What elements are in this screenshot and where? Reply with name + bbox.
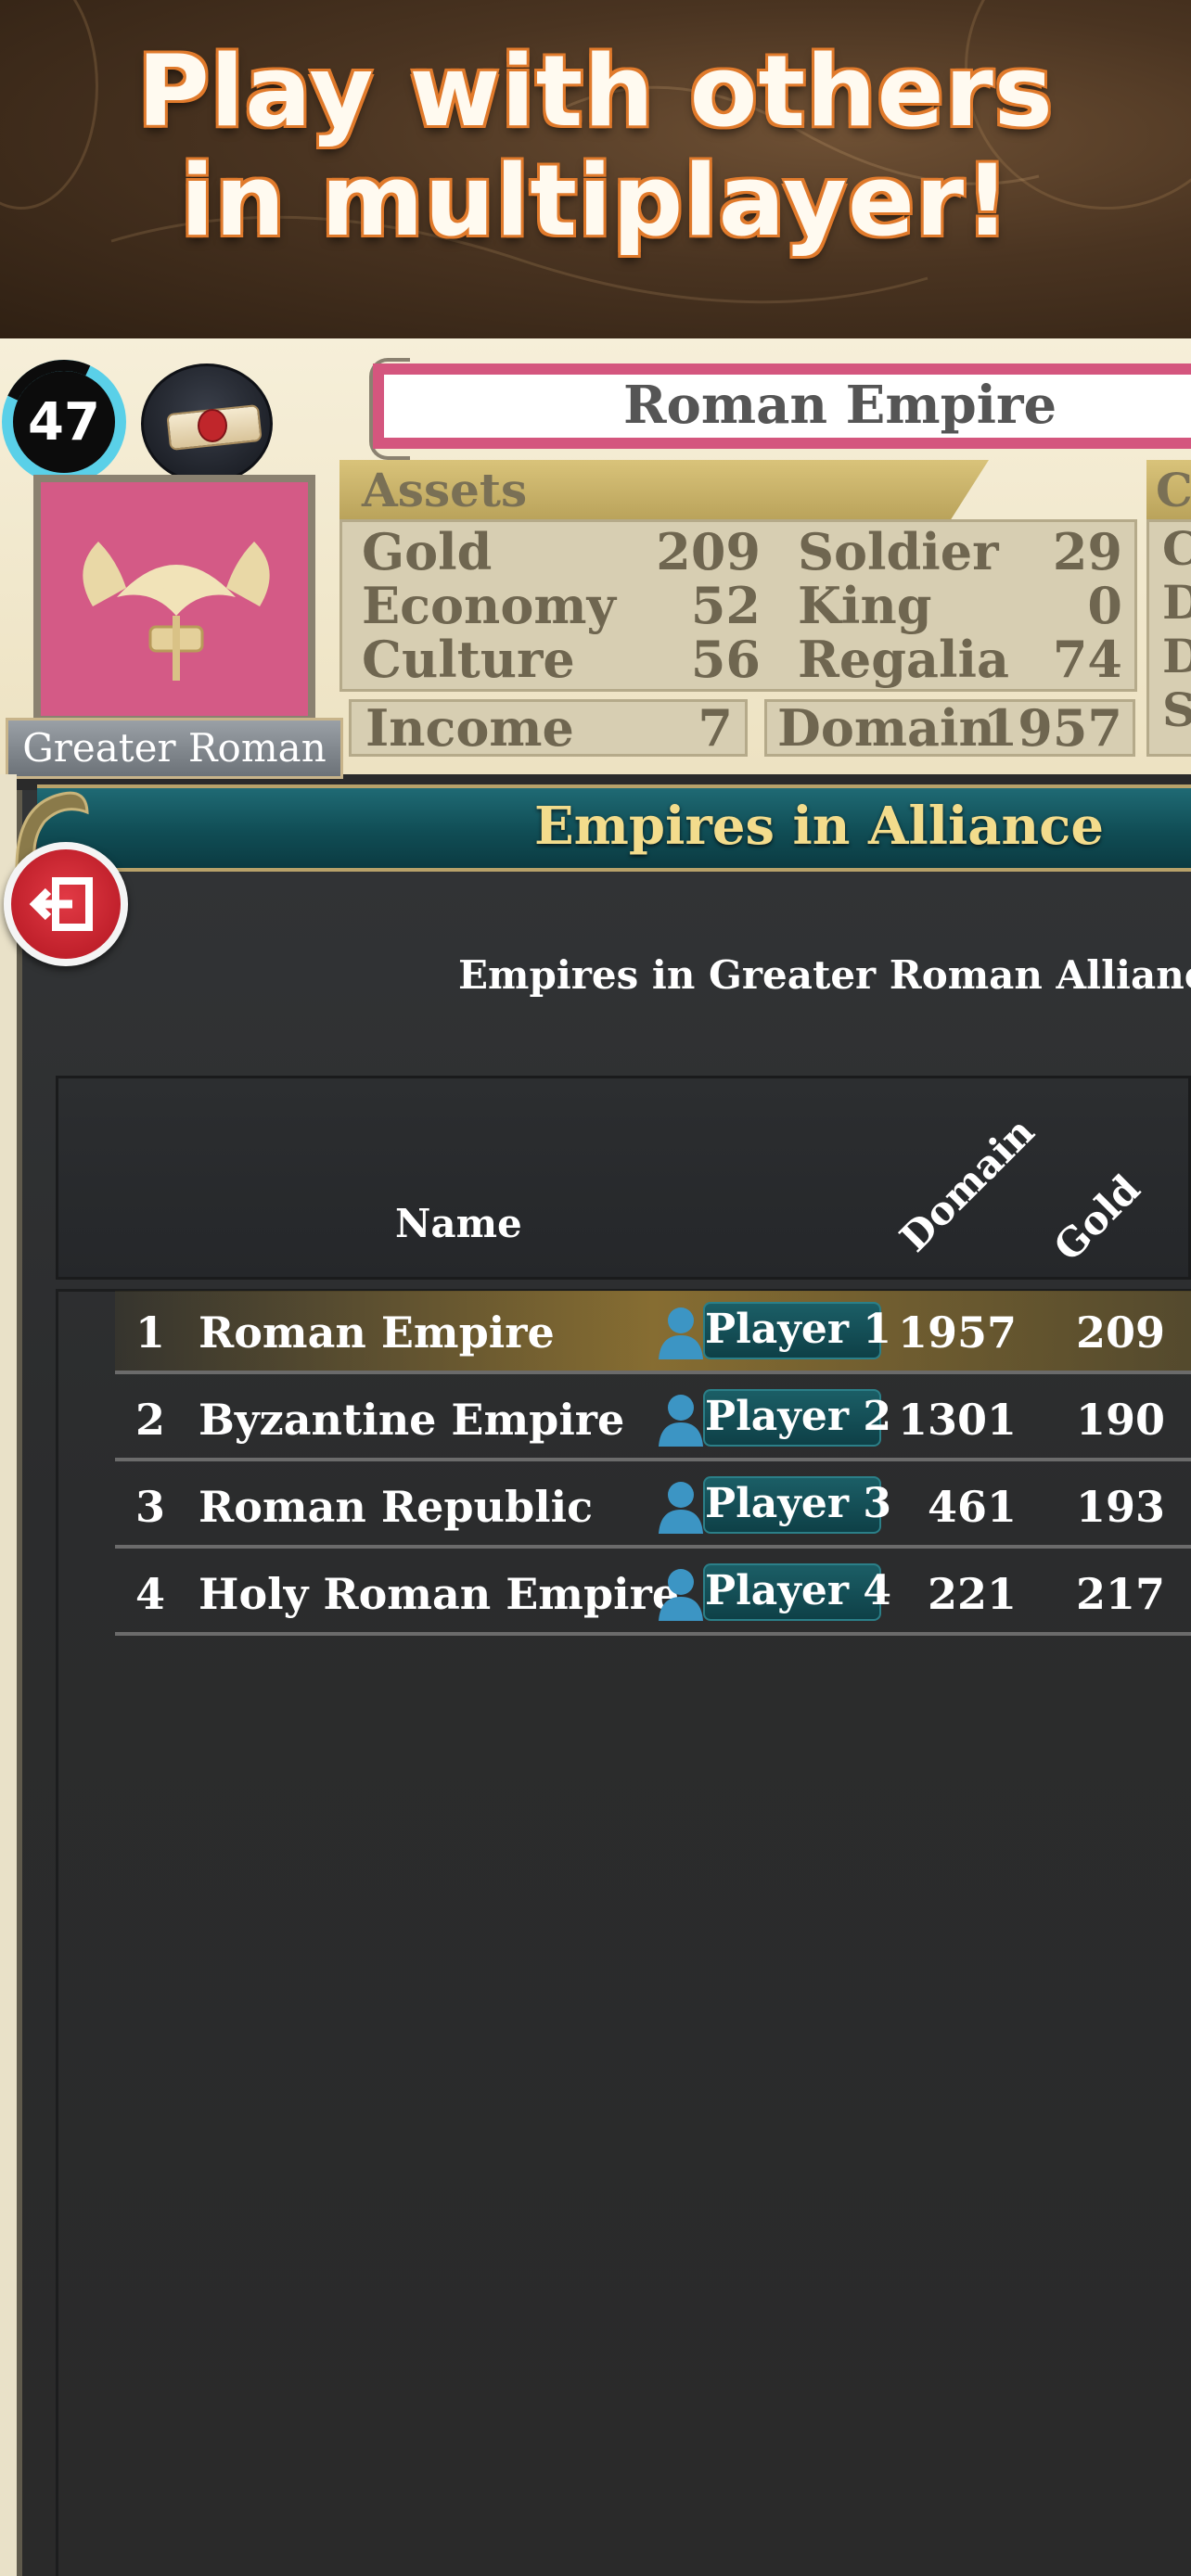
table-row[interactable]: 1 Roman Empire Player 1 1957 209	[115, 1291, 1191, 1374]
promo-banner: Play with others in multiplayer!	[0, 0, 1191, 338]
person-icon	[659, 1307, 703, 1359]
row-empire-name: Holy Roman Empire	[198, 1569, 680, 1619]
empire-name-bar: Roman Empire	[373, 363, 1191, 449]
right-panel-line: S	[1149, 683, 1191, 737]
table-row[interactable]: 3 Roman Republic Player 3 461 193	[115, 1465, 1191, 1549]
exit-icon	[29, 877, 93, 931]
assets-tab: Assets	[339, 460, 989, 521]
row-rank: 4	[135, 1569, 166, 1619]
faction-flag	[33, 475, 315, 723]
table-row[interactable]: 2 Byzantine Empire Player 2 1301 190	[115, 1378, 1191, 1461]
king-value: 0	[1087, 576, 1122, 635]
row-domain: 461	[927, 1482, 1017, 1532]
row-rank: 1	[135, 1307, 166, 1358]
culture-value: 56	[690, 630, 761, 689]
player-tag: Player 3	[703, 1476, 891, 1534]
column-name[interactable]: Name	[395, 1198, 522, 1250]
banner-line-2: in multiplayer!	[180, 144, 1011, 258]
domain-value: 1957	[982, 698, 1122, 758]
regalia-label: Regalia	[798, 630, 1009, 689]
row-empire-name: Roman Empire	[198, 1307, 555, 1358]
gold-label: Gold	[362, 522, 493, 581]
table-row[interactable]: 4 Holy Roman Empire Player 4 221 217	[115, 1552, 1191, 1636]
right-panel-tab: C	[1146, 460, 1191, 521]
player-tag: Player 2	[703, 1389, 891, 1447]
person-icon	[659, 1569, 703, 1621]
row-empire-name: Roman Republic	[198, 1482, 594, 1532]
income-value: 7	[698, 698, 733, 758]
economy-value: 52	[690, 576, 761, 635]
row-gold: 190	[1075, 1395, 1165, 1445]
row-empire-name: Byzantine Empire	[198, 1395, 625, 1445]
row-rank: 3	[135, 1482, 166, 1532]
domain-label: Domain	[777, 698, 995, 758]
soldier-label: Soldier	[798, 522, 999, 581]
faction-label: Greater Roman	[6, 718, 343, 779]
row-domain: 221	[927, 1569, 1017, 1619]
spqr-eagle-icon	[83, 542, 270, 681]
king-label: King	[798, 576, 932, 635]
exit-button[interactable]	[4, 842, 128, 966]
row-gold: 217	[1075, 1569, 1165, 1619]
right-panel-line: C	[1149, 522, 1191, 576]
regalia-value: 74	[1052, 630, 1122, 689]
row-gold: 193	[1075, 1482, 1165, 1532]
income-label: Income	[365, 698, 574, 758]
row-domain: 1957	[898, 1307, 1018, 1358]
row-domain: 1301	[898, 1395, 1018, 1445]
right-panel: C D D S	[1146, 519, 1191, 757]
banner-line-1: Play with others	[137, 34, 1054, 148]
person-icon	[659, 1482, 703, 1534]
row-rank: 2	[135, 1395, 166, 1445]
player-tag: Player 4	[703, 1563, 891, 1621]
scroll-button[interactable]	[141, 363, 273, 484]
culture-label: Culture	[362, 630, 575, 689]
gold-value: 209	[656, 522, 761, 581]
right-panel-line: D	[1149, 630, 1191, 683]
right-panel-line: D	[1149, 576, 1191, 630]
economy-label: Economy	[362, 576, 616, 635]
player-tag: Player 1	[703, 1302, 891, 1359]
person-icon	[659, 1395, 703, 1447]
alliance-title: Empires in Alliance	[533, 796, 1104, 857]
banner-title: Play with others in multiplayer!	[0, 37, 1191, 256]
seal-icon	[198, 409, 227, 442]
table-header	[56, 1076, 1191, 1280]
alliance-subtitle: Empires in Greater Roman Alliance	[458, 952, 1191, 998]
left-edge-strip	[0, 774, 17, 2576]
soldier-value: 29	[1052, 522, 1122, 581]
row-gold: 209	[1075, 1307, 1165, 1358]
